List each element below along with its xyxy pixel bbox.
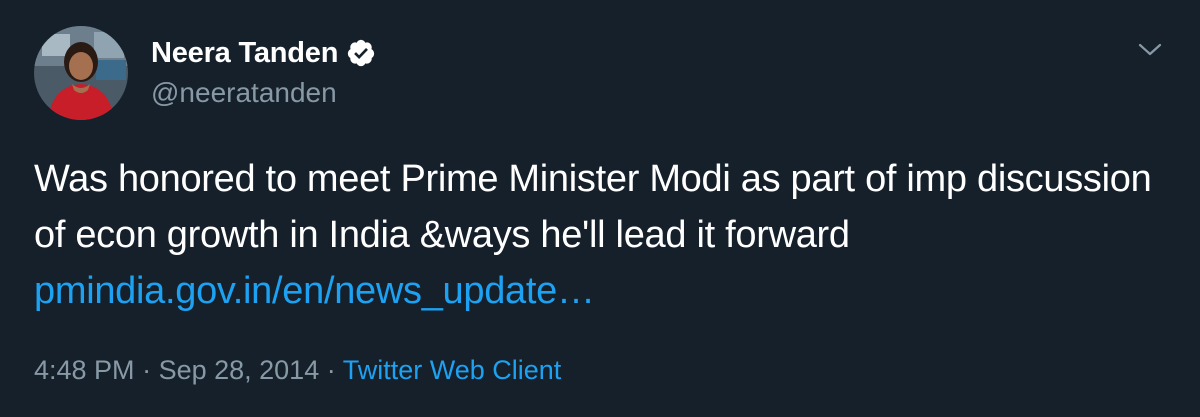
chevron-down-icon[interactable] [1138,40,1162,60]
tweet-time[interactable]: 4:48 PM [34,355,135,385]
tweet-meta: 4:48 PM · Sep 28, 2014 · Twitter Web Cli… [34,353,561,387]
meta-separator: · [319,355,343,385]
tweet-text: Was honored to meet Prime Minister Modi … [34,151,1164,319]
author-name-row[interactable]: Neera Tanden [151,36,376,70]
tweet-date[interactable]: Sep 28, 2014 [159,355,320,385]
user-handle[interactable]: @neeratanden [151,76,337,110]
tweet-body: Was honored to meet Prime Minister Modi … [34,158,1152,256]
avatar-image [34,26,128,120]
tweet-link[interactable]: pmindia.gov.in/en/news_update… [34,270,595,312]
tweet-card: Neera Tanden @neeratanden Was honored to… [0,0,1200,417]
meta-separator: · [134,355,159,385]
verified-badge-icon [346,38,376,68]
tweet-client[interactable]: Twitter Web Client [343,355,562,385]
display-name[interactable]: Neera Tanden [151,36,338,70]
avatar[interactable] [34,26,128,120]
